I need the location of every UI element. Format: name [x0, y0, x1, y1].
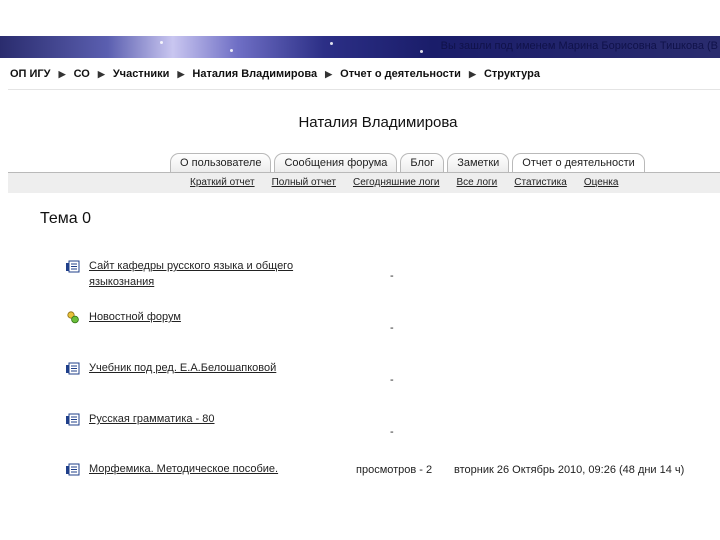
- page-icon: [66, 413, 80, 426]
- subtab-today-logs[interactable]: Сегодняшние логи: [353, 177, 440, 188]
- divider: [8, 89, 720, 90]
- header-banner: Вы зашли под именем Марина Борисовна Тиш…: [0, 36, 720, 58]
- activity-link[interactable]: Учебник под ред. Е.А.Белошапковой: [89, 360, 349, 376]
- breadcrumb-arrow-icon: ▶: [177, 69, 185, 79]
- banner-star: [160, 41, 163, 44]
- banner-star: [230, 49, 233, 52]
- tab-profile[interactable]: О пользователе: [170, 153, 272, 172]
- forum-icon: [67, 311, 79, 324]
- breadcrumb-item-course[interactable]: СО: [74, 68, 90, 80]
- subtab-outline-report[interactable]: Краткий отчет: [190, 177, 255, 188]
- banner-star: [420, 50, 423, 53]
- breadcrumb-item-site[interactable]: ОП ИГУ: [10, 68, 51, 80]
- tab-notes[interactable]: Заметки: [447, 153, 510, 172]
- tab-forum-posts[interactable]: Сообщения форума: [274, 153, 398, 172]
- activity-views: -: [390, 374, 394, 386]
- activity-link[interactable]: Новостной форум: [89, 309, 301, 325]
- breadcrumb-arrow-icon: ▶: [97, 69, 105, 79]
- activity-views: -: [390, 322, 394, 334]
- breadcrumb-item-activity-report[interactable]: Отчет о деятельности: [340, 68, 461, 80]
- subtab-all-logs[interactable]: Все логи: [457, 177, 498, 188]
- breadcrumb-item-user[interactable]: Наталия Владимирова: [192, 68, 317, 80]
- page-title: Наталия Владимирова: [298, 114, 458, 131]
- subtab-complete-report[interactable]: Полный отчет: [272, 177, 336, 188]
- page-icon: [66, 463, 80, 476]
- activity-views: -: [390, 426, 394, 438]
- page-icon: [66, 362, 80, 375]
- breadcrumb-item-participants[interactable]: Участники: [113, 68, 170, 80]
- activity-last-access: вторник 26 Октябрь 2010, 09:26 (48 дни 1…: [454, 464, 685, 476]
- tab-blog[interactable]: Блог: [400, 153, 445, 172]
- activity-views: -: [390, 270, 394, 282]
- section-title: Тема 0: [40, 210, 92, 227]
- subtab-list: Краткий отчет Полный отчет Сегодняшние л…: [190, 177, 618, 188]
- subtab-grades[interactable]: Оценка: [584, 177, 619, 188]
- activity-link[interactable]: Русская грамматика - 80: [89, 411, 301, 427]
- subtab-statistics[interactable]: Статистика: [514, 177, 567, 188]
- breadcrumb-arrow-icon: ▶: [325, 69, 333, 79]
- banner-star: [330, 42, 333, 45]
- tab-bar: О пользователе Сообщения форума Блог Зам…: [170, 153, 648, 172]
- tab-activity-report[interactable]: Отчет о деятельности: [512, 153, 645, 172]
- breadcrumb-item-current: Структура: [483, 68, 540, 80]
- activity-link[interactable]: Морфемика. Методическое пособие.: [89, 461, 301, 477]
- page-icon: [66, 260, 80, 273]
- activity-views: просмотров - 2: [356, 464, 433, 476]
- breadcrumb-arrow-icon: ▶: [468, 69, 476, 79]
- login-info[interactable]: Вы зашли под именем Марина Борисовна Тиш…: [441, 40, 718, 52]
- activity-link[interactable]: Сайт кафедры русского языка и общего язы…: [89, 258, 301, 290]
- breadcrumb: ОП ИГУ ▶ СО ▶ Участники ▶ Наталия Владим…: [10, 68, 540, 80]
- breadcrumb-arrow-icon: ▶: [58, 69, 66, 79]
